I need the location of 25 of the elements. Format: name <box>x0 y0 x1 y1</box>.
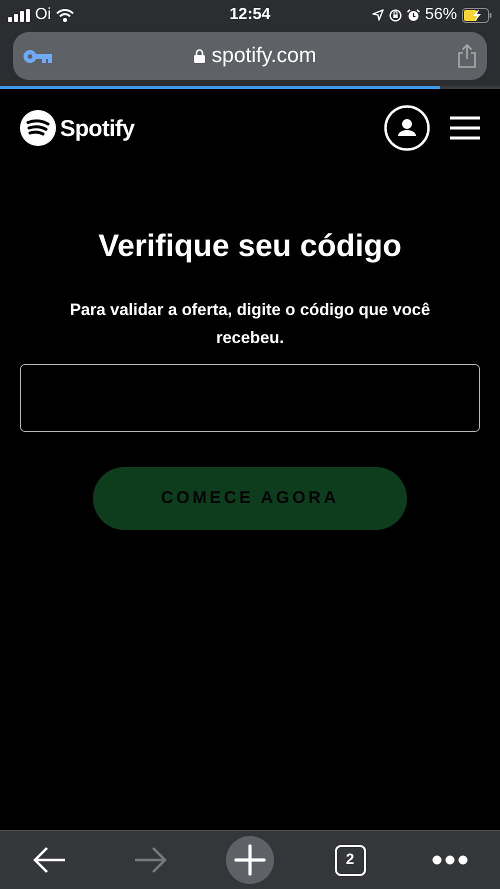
key-icon[interactable] <box>23 48 53 64</box>
add-icon[interactable] <box>226 836 274 884</box>
menu-icon[interactable] <box>450 116 480 140</box>
url-text: spotify.com <box>212 43 316 70</box>
more-options-icon[interactable] <box>432 855 468 865</box>
tab-count-button[interactable]: 2 <box>334 844 366 876</box>
page-title: Verifique seu código <box>97 227 403 265</box>
share-icon[interactable] <box>457 44 477 68</box>
location-icon <box>372 9 384 21</box>
status-time: 12:54 <box>230 5 270 25</box>
battery-percentage: 56% <box>424 5 457 25</box>
back-arrow-icon[interactable] <box>33 846 67 874</box>
alarm-icon <box>406 8 420 22</box>
address-bar[interactable]: spotify.com <box>13 32 487 80</box>
description-text: Para validar a oferta, digite o código que você recebeu. <box>68 300 432 348</box>
carrier-name: Oi <box>35 5 51 25</box>
sound-waves-logo-icon[interactable] <box>20 110 56 146</box>
lock-icon <box>194 49 205 63</box>
user-account-icon[interactable] <box>384 105 430 151</box>
rotation-lock-icon <box>388 8 402 22</box>
signal-icon <box>8 8 30 22</box>
logo-text[interactable]: Spotify <box>60 110 134 146</box>
code-input-field[interactable] <box>20 364 480 432</box>
battery-icon <box>462 8 492 22</box>
wifi-icon <box>56 8 74 22</box>
